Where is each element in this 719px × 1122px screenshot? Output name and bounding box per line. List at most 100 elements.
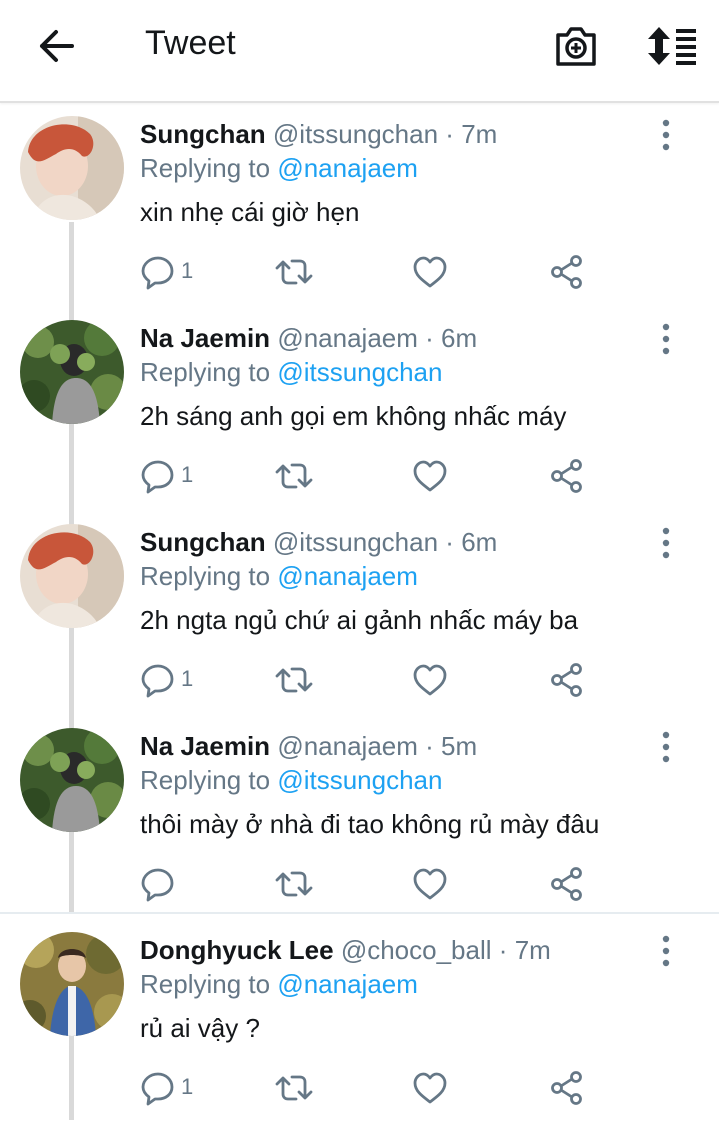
reply-count: 1 xyxy=(181,258,194,283)
replying-to: Replying to @nanajaem xyxy=(140,152,418,184)
author-handle[interactable]: @itssungchan xyxy=(273,119,438,149)
back-button[interactable] xyxy=(34,26,78,66)
retweet-icon xyxy=(275,1075,313,1101)
tweet[interactable]: Na Jaemin @nanajaem · 5m Replying to @it… xyxy=(0,714,719,918)
mention-link[interactable]: @nanajaem xyxy=(277,561,418,591)
reply-button[interactable]: 1 xyxy=(140,254,204,290)
reply-count: 1 xyxy=(181,462,194,487)
avatar[interactable] xyxy=(20,116,124,220)
replying-to-label: Replying to xyxy=(140,153,271,183)
replying-to: Replying to @nanajaem xyxy=(140,968,418,1000)
author-handle[interactable]: @nanajaem xyxy=(277,323,418,353)
replying-to-label: Replying to xyxy=(140,765,271,795)
share-icon xyxy=(551,459,582,493)
share-button[interactable] xyxy=(549,662,585,698)
share-button[interactable] xyxy=(549,254,585,290)
share-button[interactable] xyxy=(549,458,585,494)
share-icon xyxy=(551,663,582,697)
tweet-text: xin nhẹ cái giờ hẹn xyxy=(140,197,360,227)
tweet-time: 7m xyxy=(461,119,498,149)
tweet-text: 2h sáng anh gọi em không nhấc máy xyxy=(140,401,567,431)
reply-button[interactable]: 1 xyxy=(140,662,204,698)
reply-button[interactable]: 1 xyxy=(140,458,204,494)
share-button[interactable] xyxy=(549,1070,585,1106)
reply-icon xyxy=(141,460,174,494)
mention-link[interactable]: @nanajaem xyxy=(277,153,418,183)
heart-icon xyxy=(413,256,447,288)
retweet-button[interactable] xyxy=(274,866,314,902)
avatar[interactable] xyxy=(20,932,124,1036)
tweet-time: 6m xyxy=(461,527,498,557)
reply-icon xyxy=(141,256,174,290)
replying-to-label: Replying to xyxy=(140,969,271,999)
more-button[interactable] xyxy=(654,526,678,560)
more-button[interactable] xyxy=(654,934,678,968)
tweet-header: Sungchan @itssungchan · 7m xyxy=(140,118,497,150)
mention-link[interactable]: @itssungchan xyxy=(277,765,442,795)
replying-to: Replying to @itssungchan xyxy=(140,764,442,796)
tweet-header: Donghyuck Lee @choco_ball · 7m xyxy=(140,934,551,966)
tweet-time: 6m xyxy=(441,323,478,353)
reply-button[interactable]: 1 xyxy=(140,1070,204,1106)
heart-icon xyxy=(413,868,447,900)
tweet[interactable]: Na Jaemin @nanajaem · 6m Replying to @it… xyxy=(0,306,719,510)
page-title: Tweet xyxy=(145,24,236,62)
like-button[interactable] xyxy=(411,662,449,698)
mention-link[interactable]: @itssungchan xyxy=(277,357,442,387)
share-icon xyxy=(551,1071,582,1105)
tweet-header: Na Jaemin @nanajaem · 6m xyxy=(140,322,477,354)
retweet-icon xyxy=(275,463,313,489)
tweet[interactable]: Sungchan @itssungchan · 6m Replying to @… xyxy=(0,510,719,714)
mention-link[interactable]: @nanajaem xyxy=(277,969,418,999)
heart-icon xyxy=(413,1072,447,1104)
retweet-button[interactable] xyxy=(274,458,314,494)
share-icon xyxy=(551,867,582,901)
camera-plus-icon xyxy=(556,27,596,66)
author-name[interactable]: Donghyuck Lee xyxy=(140,935,334,965)
retweet-button[interactable] xyxy=(274,254,314,290)
author-name[interactable]: Na Jaemin xyxy=(140,323,270,353)
reply-button[interactable] xyxy=(140,866,204,902)
author-handle[interactable]: @itssungchan xyxy=(273,527,438,557)
camera-button[interactable] xyxy=(553,24,599,68)
replying-to: Replying to @nanajaem xyxy=(140,560,418,592)
like-button[interactable] xyxy=(411,254,449,290)
tweet-time: 5m xyxy=(441,731,478,761)
thread-divider xyxy=(0,912,719,914)
app-header: Tweet xyxy=(0,0,719,103)
retweet-button[interactable] xyxy=(274,1070,314,1106)
replying-to-label: Replying to xyxy=(140,357,271,387)
separator-dot: · xyxy=(425,323,434,353)
like-button[interactable] xyxy=(411,458,449,494)
author-handle[interactable]: @nanajaem xyxy=(277,731,418,761)
like-button[interactable] xyxy=(411,1070,449,1106)
arrow-left-icon xyxy=(40,30,74,62)
avatar[interactable] xyxy=(20,728,124,832)
avatar[interactable] xyxy=(20,320,124,424)
retweet-button[interactable] xyxy=(274,662,314,698)
reply-icon xyxy=(141,664,174,698)
retweet-icon xyxy=(275,259,313,285)
tweet[interactable]: Sungchan @itssungchan · 7m Replying to @… xyxy=(0,102,719,306)
more-button[interactable] xyxy=(654,118,678,152)
author-name[interactable]: Sungchan xyxy=(140,527,266,557)
tweet-time: 7m xyxy=(514,935,551,965)
share-icon xyxy=(551,255,582,289)
more-vertical-icon xyxy=(662,935,670,967)
replying-to: Replying to @itssungchan xyxy=(140,356,442,388)
author-name[interactable]: Sungchan xyxy=(140,119,266,149)
avatar[interactable] xyxy=(20,524,124,628)
more-button[interactable] xyxy=(654,730,678,764)
author-name[interactable]: Na Jaemin xyxy=(140,731,270,761)
sort-button[interactable] xyxy=(644,24,700,68)
author-handle[interactable]: @choco_ball xyxy=(341,935,492,965)
share-button[interactable] xyxy=(549,866,585,902)
like-button[interactable] xyxy=(411,866,449,902)
sort-icon xyxy=(648,27,696,65)
tweet[interactable]: Donghyuck Lee @choco_ball · 7m Replying … xyxy=(0,918,719,1122)
more-button[interactable] xyxy=(654,322,678,356)
reply-count: 1 xyxy=(181,666,194,691)
tweet-text: thôi mày ở nhà đi tao không rủ mày đâu xyxy=(140,809,600,839)
reply-icon xyxy=(141,1072,174,1106)
tweet-text: 2h ngta ngủ chứ ai gảnh nhấc máy ba xyxy=(140,605,579,635)
